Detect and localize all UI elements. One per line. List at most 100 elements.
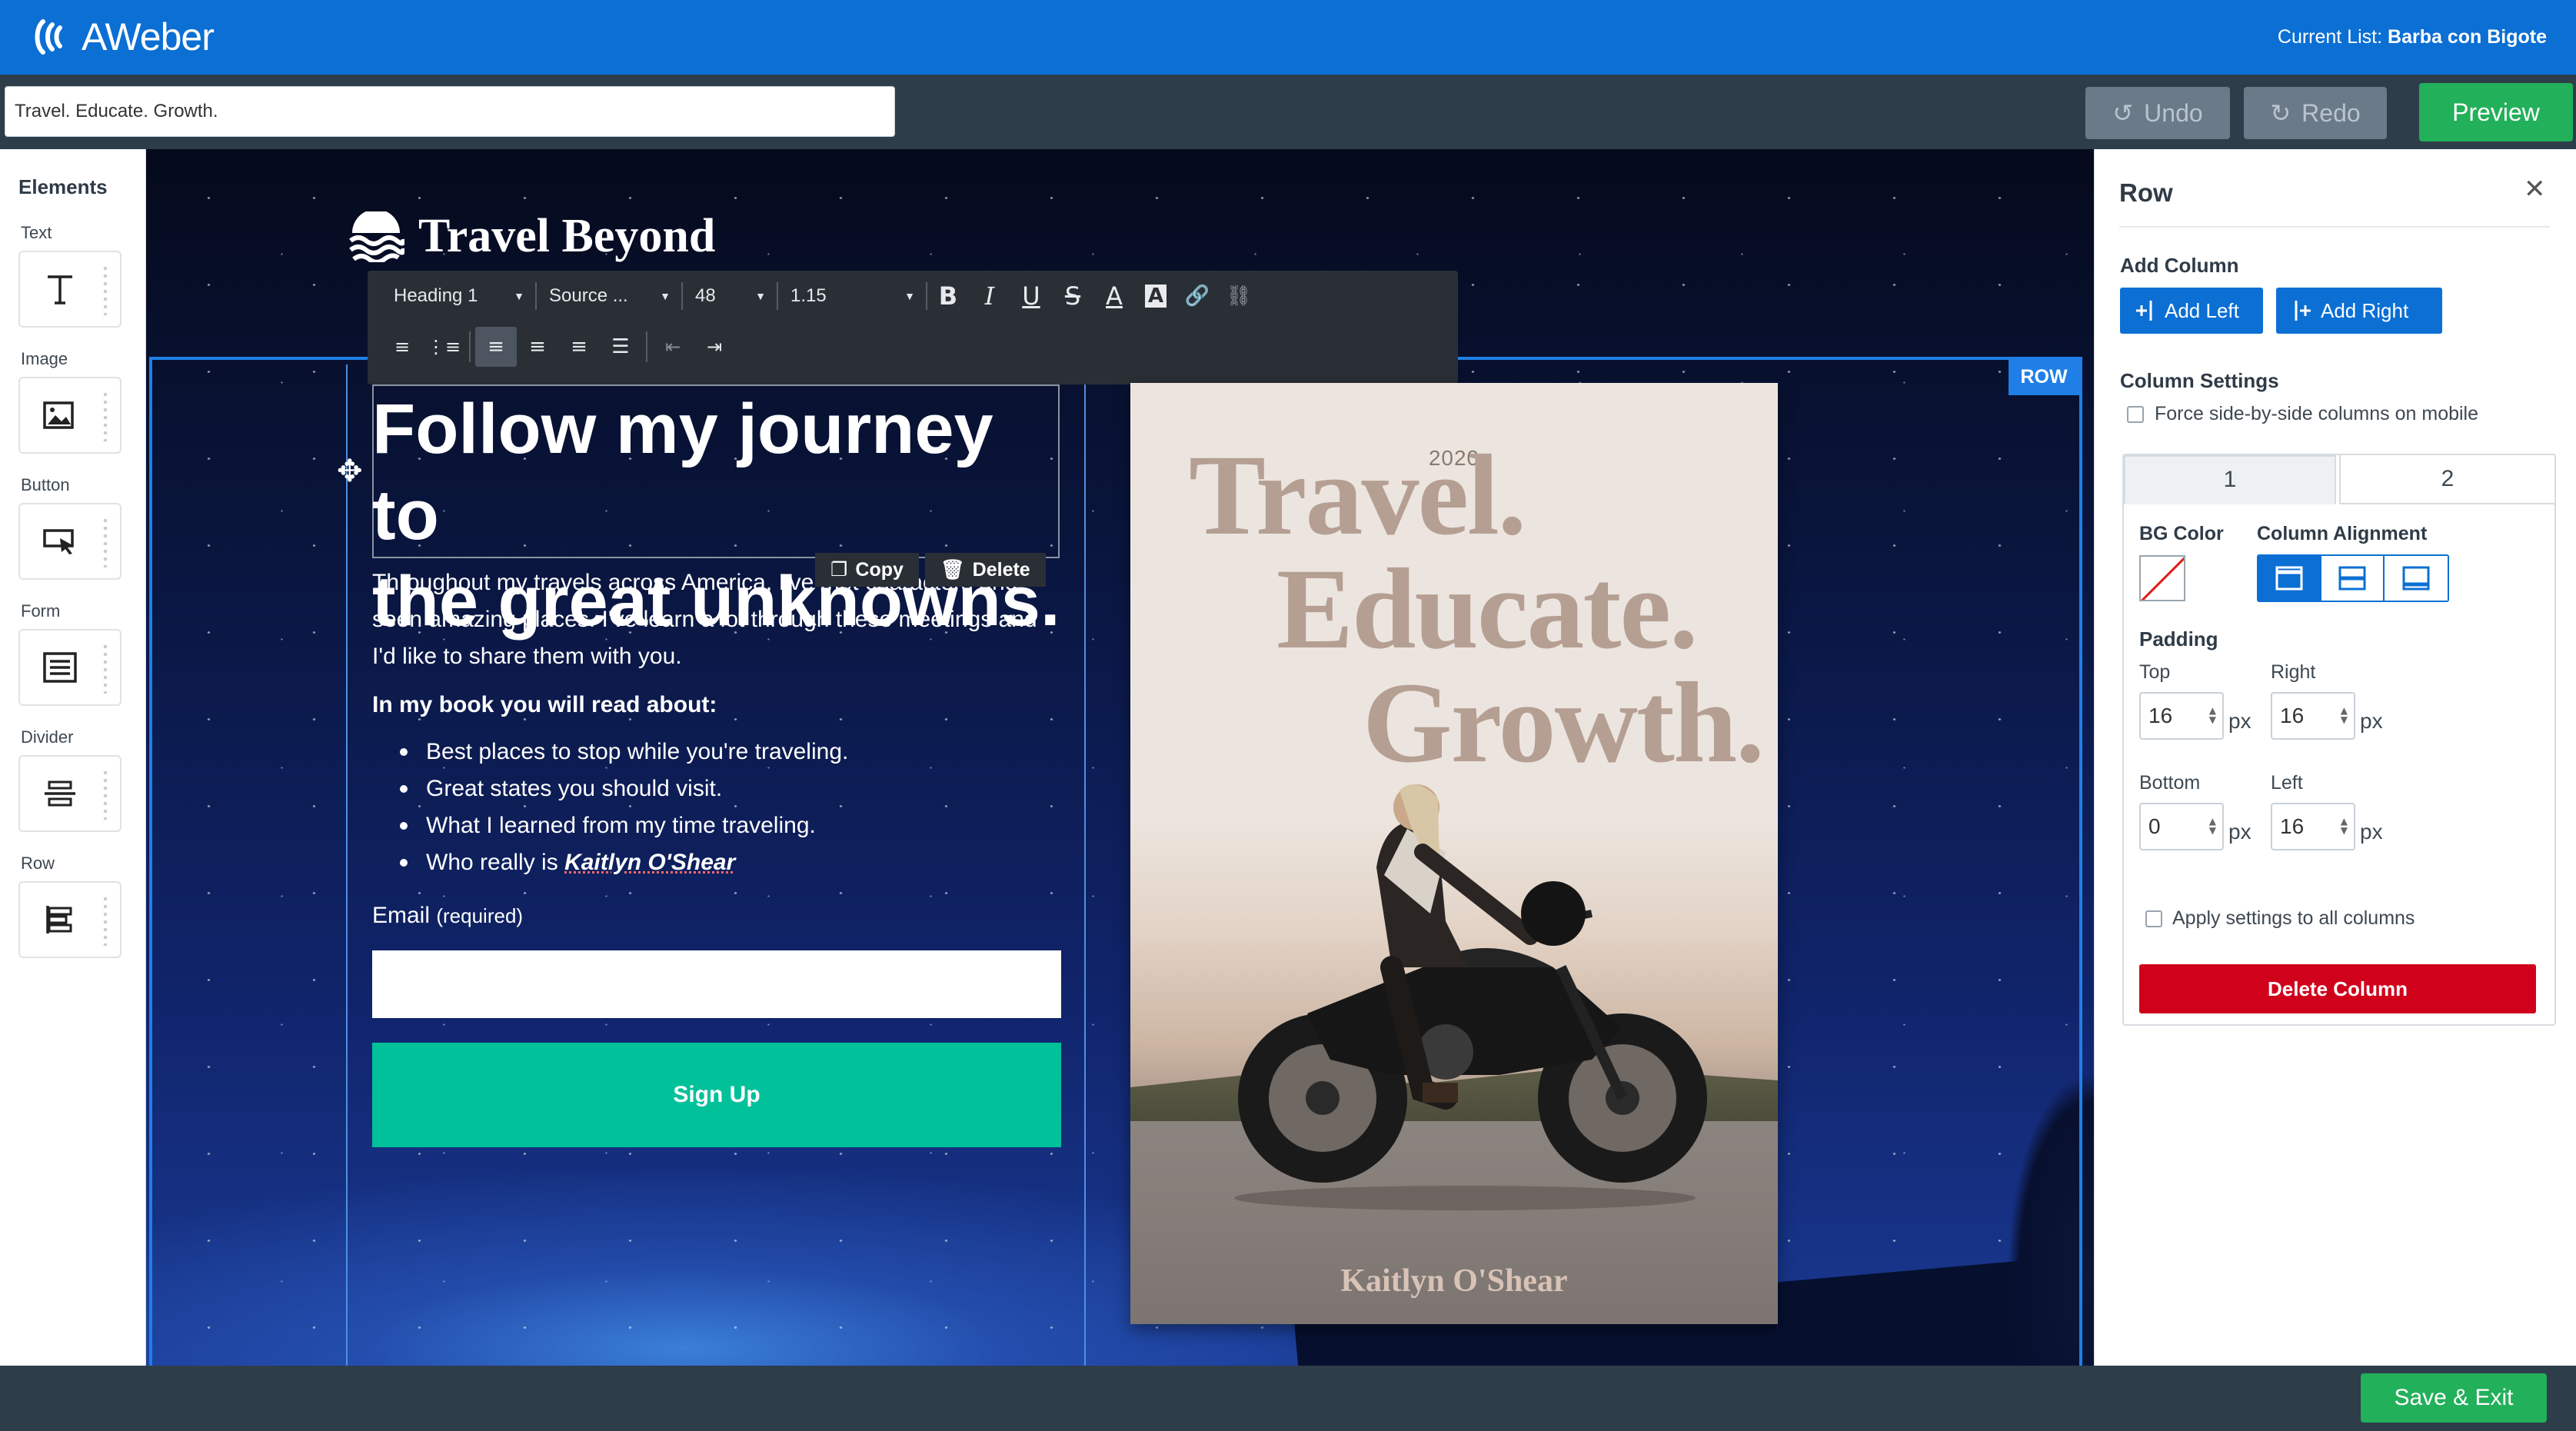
redo-icon: ↻ bbox=[2270, 99, 2291, 127]
sign-up-button[interactable]: Sign Up bbox=[372, 1043, 1061, 1147]
aweber-logo[interactable]: AWeber bbox=[32, 14, 215, 60]
unlink-icon[interactable]: ⛓ bbox=[1218, 276, 1260, 316]
row-badge[interactable]: ROW bbox=[2009, 358, 2079, 395]
text-color-icon[interactable]: A bbox=[1093, 276, 1135, 316]
force-mobile-checkbox[interactable] bbox=[2127, 406, 2144, 423]
stepper-icon: ▲ ▼ bbox=[2208, 816, 2216, 836]
apply-all-checkbox[interactable] bbox=[2145, 910, 2162, 927]
indent-icon[interactable]: ⇥ bbox=[694, 327, 735, 367]
padding-left-input[interactable]: 16 ▲ ▼ bbox=[2271, 803, 2355, 850]
align-right-icon[interactable]: ≡ bbox=[558, 327, 600, 367]
current-list[interactable]: Current List: Barba con Bigote bbox=[2278, 26, 2547, 48]
form-icon bbox=[43, 652, 77, 683]
font-size-select[interactable]: 48 ▼ bbox=[683, 282, 778, 310]
text-style-value: Heading 1 bbox=[394, 285, 478, 306]
row-settings-panel: Row ✕ Add Column Add Left Add Right Colu… bbox=[2094, 149, 2576, 1366]
message-name-input[interactable] bbox=[5, 86, 895, 137]
align-left-icon[interactable]: ≡ bbox=[475, 327, 517, 367]
book-cover-image[interactable]: 2020 Travel. Educate. Growth. Kaitlyn O'… bbox=[1130, 383, 1778, 1324]
top-bar: AWeber Current List: Barba con Bigote bbox=[0, 0, 2576, 75]
bullet-list[interactable]: Best places to stop while you're traveli… bbox=[400, 734, 848, 881]
padding-right-input[interactable]: 16 ▲ ▼ bbox=[2271, 692, 2355, 740]
align-middle-icon bbox=[2338, 566, 2366, 591]
bold-icon[interactable]: B bbox=[927, 276, 969, 316]
drag-grip-icon bbox=[102, 517, 109, 567]
drag-grip-icon bbox=[102, 895, 109, 946]
line-height-select[interactable]: 1.15 ▼ bbox=[778, 282, 927, 310]
column-tab-1[interactable]: 1 bbox=[2124, 455, 2336, 504]
outdent-icon[interactable]: ⇤ bbox=[652, 327, 694, 367]
brand-header[interactable]: Travel Beyond bbox=[348, 209, 715, 264]
palette-label-button: Button bbox=[21, 475, 70, 494]
align-justify-icon[interactable]: ☰ bbox=[600, 327, 641, 367]
text-style-select[interactable]: Heading 1 ▼ bbox=[381, 282, 537, 310]
email-canvas[interactable]: Travel Beyond ROW Heading 1 ▼ Source ... ▼… bbox=[146, 149, 2094, 1366]
link-icon[interactable]: 🔗 bbox=[1177, 276, 1218, 316]
bullet-list-icon[interactable]: ⋮≡ bbox=[423, 327, 464, 367]
highlight-color-icon[interactable]: A bbox=[1135, 276, 1177, 316]
underline-icon[interactable]: U bbox=[1010, 276, 1052, 316]
palette-item-button[interactable] bbox=[18, 503, 121, 580]
aweber-logo-icon bbox=[35, 19, 62, 55]
editor-toolbar: ↺ Undo ↻ Redo Preview bbox=[0, 75, 2576, 149]
delete-block-button[interactable]: 🗑 Delete bbox=[924, 553, 1046, 587]
undo-icon: ↺ bbox=[2112, 99, 2134, 127]
column-alignment-label: Column Alignment bbox=[2257, 523, 2428, 544]
book-subheading[interactable]: In my book you will read about: bbox=[372, 692, 717, 718]
preview-button[interactable]: Preview bbox=[2419, 83, 2573, 141]
ordered-list-icon[interactable]: ≡ bbox=[381, 327, 423, 367]
palette-item-form[interactable] bbox=[18, 629, 121, 706]
drag-grip-icon bbox=[102, 769, 109, 820]
palette-title: Elements bbox=[18, 175, 108, 198]
delete-label: Delete bbox=[972, 558, 1030, 581]
align-top-button[interactable] bbox=[2258, 556, 2321, 601]
motorcycle-rider-illustration bbox=[1234, 784, 1707, 1210]
copy-block-button[interactable]: ❐ Copy bbox=[815, 553, 919, 587]
italic-icon[interactable]: I bbox=[969, 276, 1010, 316]
close-icon[interactable]: ✕ bbox=[2524, 174, 2546, 205]
add-left-label: Add Left bbox=[2165, 298, 2239, 322]
required-indicator: (required) bbox=[436, 904, 524, 927]
column-tab-2[interactable]: 2 bbox=[2339, 455, 2554, 504]
undo-button[interactable]: ↺ Undo bbox=[2085, 87, 2230, 139]
block-actions: ❐ Copy 🗑 Delete bbox=[815, 553, 1046, 587]
add-column-label: Add Column bbox=[2120, 254, 2239, 277]
save-and-exit-button[interactable]: Save & Exit bbox=[2361, 1373, 2547, 1423]
redo-button[interactable]: ↻ Redo bbox=[2244, 87, 2387, 139]
list-item: Best places to stop while you're traveli… bbox=[400, 734, 848, 770]
current-list-value: Barba con Bigote bbox=[2388, 26, 2547, 48]
book-author: Kaitlyn O'Shear bbox=[1340, 1263, 1568, 1299]
brand-name: Travel Beyond bbox=[418, 210, 716, 262]
bg-color-swatch[interactable] bbox=[2139, 555, 2185, 601]
align-middle-button[interactable] bbox=[2321, 556, 2385, 601]
palette-label-text: Text bbox=[21, 223, 52, 242]
chevron-down-icon: ▼ bbox=[660, 290, 671, 302]
palette-label-row: Row bbox=[21, 854, 55, 873]
undo-label: Undo bbox=[2144, 98, 2203, 127]
chevron-down-icon: ▼ bbox=[514, 290, 524, 302]
padding-bottom-label: Bottom bbox=[2139, 772, 2201, 794]
strikethrough-icon[interactable]: S bbox=[1052, 276, 1093, 316]
padding-bottom-input[interactable]: 0 ▲ ▼ bbox=[2139, 803, 2224, 850]
delete-column-button[interactable]: Delete Column bbox=[2139, 964, 2536, 1013]
add-left-button[interactable]: Add Left bbox=[2120, 288, 2263, 334]
font-family-select[interactable]: Source ... ▼ bbox=[537, 282, 683, 310]
font-size-value: 48 bbox=[695, 285, 716, 306]
force-mobile-label: Force side-by-side columns on mobile bbox=[2155, 403, 2479, 424]
text-toolbar-row-2: ≡ ⋮≡ ≡ ≡ ≡ ☰ ⇤ ⇥ bbox=[381, 321, 735, 372]
palette-item-row[interactable] bbox=[18, 881, 121, 958]
align-bottom-button[interactable] bbox=[2385, 556, 2448, 601]
add-right-button[interactable]: Add Right bbox=[2276, 288, 2442, 334]
palette-item-divider[interactable] bbox=[18, 755, 121, 832]
palette-item-text[interactable] bbox=[18, 251, 121, 328]
palette-item-image[interactable] bbox=[18, 377, 121, 454]
image-icon bbox=[43, 401, 74, 429]
padding-top-input[interactable]: 16 ▲ ▼ bbox=[2139, 692, 2224, 740]
palette-label-form: Form bbox=[21, 601, 61, 621]
move-handle-icon[interactable]: ✥ bbox=[337, 454, 371, 489]
email-field[interactable] bbox=[372, 950, 1061, 1018]
align-center-icon[interactable]: ≡ bbox=[517, 327, 558, 367]
line-height-value: 1.15 bbox=[790, 285, 827, 306]
padding-top-value: 16 bbox=[2148, 704, 2173, 727]
redo-label: Redo bbox=[2301, 98, 2361, 127]
